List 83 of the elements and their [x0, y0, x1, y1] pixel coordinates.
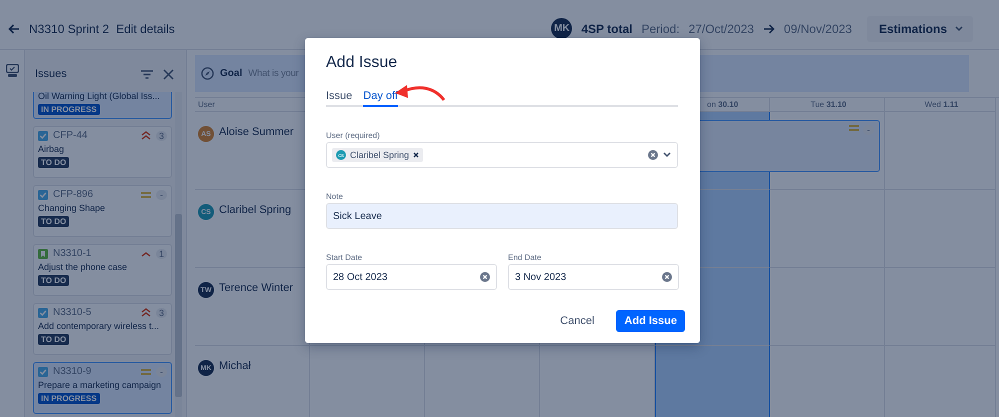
back-arrow-icon[interactable] — [8, 24, 20, 34]
dialog-title: Add Issue — [326, 54, 398, 72]
field-label: Start Date — [326, 253, 364, 262]
issue-card[interactable]: CFP-44 3 Airbag TO DO — [33, 126, 172, 178]
status-lozenge: TO DO — [38, 157, 70, 168]
status-lozenge: IN PROGRESS — [38, 104, 100, 115]
issue-key: N3310-9 — [53, 366, 136, 377]
status-lozenge: TO DO — [38, 334, 70, 345]
checkbox-icon — [38, 130, 48, 140]
board-icon[interactable] — [6, 64, 18, 77]
add-issue-button[interactable]: Add Issue — [616, 310, 685, 332]
issue-title: Airbag — [38, 143, 66, 155]
tab[interactable]: Issue — [326, 90, 352, 107]
estimations-dropdown[interactable]: Estimations — [866, 16, 973, 42]
story-points: 3 — [156, 130, 167, 140]
status-lozenge: IN PROGRESS — [38, 393, 100, 404]
checkbox-icon — [38, 308, 48, 318]
issue-card[interactable]: N3310-1 1 Adjust the phone case TO DO — [33, 244, 172, 296]
issue-key: N3310-1 — [53, 248, 136, 259]
note-field[interactable]: Sick Leave — [326, 203, 678, 229]
date-value: 3 Nov 2023 — [515, 272, 566, 282]
story-points: - — [863, 125, 874, 135]
user-name: Michał — [219, 360, 251, 372]
double-chevron-up-icon — [141, 308, 151, 317]
end-date-field[interactable]: 3 Nov 2023 — [508, 264, 679, 290]
user-name: Claribel Spring — [219, 204, 292, 216]
story-points: - — [156, 366, 167, 376]
chevron-down-icon — [955, 26, 963, 32]
issue-title: Oil Warning Light (Global Iss... — [38, 92, 161, 102]
issue-title: Prepare a marketing campaign — [38, 379, 162, 391]
chip-label: Claribel Spring — [350, 150, 410, 160]
user-name: Terence Winter — [219, 282, 293, 294]
edit-details-link[interactable]: Edit details — [116, 22, 175, 36]
chevron-up-icon — [141, 250, 151, 256]
filter-icon[interactable] — [141, 70, 153, 78]
right-arrow-icon — [762, 24, 775, 34]
status-lozenge: TO DO — [38, 275, 70, 286]
total-points: 4SP total — [581, 22, 632, 36]
cancel-button[interactable]: Cancel — [552, 310, 602, 332]
clear-icon[interactable] — [480, 272, 490, 282]
checkbox-icon — [38, 190, 48, 200]
goal-label: Goal — [220, 68, 242, 79]
clear-icon[interactable] — [662, 272, 672, 282]
day-header: Tue 31.10 — [770, 98, 885, 112]
double-chevron-up-icon — [141, 131, 151, 140]
issue-card[interactable]: N3310-5 3 Add contemporary wireless t... TO DO — [33, 303, 172, 355]
field-label: User (required) — [326, 131, 381, 140]
story-points: 3 — [156, 308, 167, 318]
status-lozenge: TO DO — [38, 216, 70, 227]
user-name: Aloise Summer — [219, 126, 294, 138]
period-start: 27/Oct/2023 — [688, 22, 754, 36]
scrollbar-thumb[interactable] — [175, 214, 182, 397]
story-points: - — [156, 190, 167, 200]
close-icon[interactable] — [163, 68, 174, 80]
user-avatar: MK — [551, 18, 572, 39]
sprint-title: N3310 Sprint 2 — [29, 22, 110, 36]
period-end: 09/Nov/2023 — [784, 22, 852, 36]
issue-card[interactable]: N3310-9 - Prepare a marketing campaign IN PROGRESS — [33, 362, 172, 414]
issue-card[interactable]: Oil Warning Light (Global Iss... IN PROGRESS — [33, 92, 172, 119]
story-points: 1 — [156, 248, 167, 258]
issue-key: CFP-44 — [53, 130, 136, 141]
day-header: Wed 1.11 — [885, 98, 996, 112]
issues-title: Issues — [35, 68, 68, 80]
equals-icon — [849, 125, 859, 131]
start-date-field[interactable]: 28 Oct 2023 — [326, 264, 497, 290]
clear-icon[interactable] — [648, 150, 658, 160]
equals-icon — [141, 192, 151, 198]
issue-title: Changing Shape — [38, 202, 106, 214]
bookmark-icon — [38, 248, 48, 258]
date-value: 28 Oct 2023 — [333, 272, 388, 282]
chevron-down-icon[interactable] — [663, 152, 671, 158]
issue-title: Adjust the phone case — [38, 261, 128, 273]
issue-key: N3310-5 — [53, 307, 136, 318]
field-label: End Date — [508, 253, 542, 262]
equals-icon — [141, 368, 151, 374]
issue-key: CFP-896 — [53, 189, 136, 200]
remove-icon[interactable] — [413, 152, 420, 158]
field-label: Note — [326, 192, 344, 201]
issue-card[interactable]: CFP-896 - Changing Shape TO DO — [33, 185, 172, 237]
period-label: Period: — [642, 22, 680, 36]
issue-title: Add contemporary wireless t... — [38, 320, 160, 332]
compass-icon — [201, 67, 214, 80]
checkbox-icon — [38, 366, 48, 376]
